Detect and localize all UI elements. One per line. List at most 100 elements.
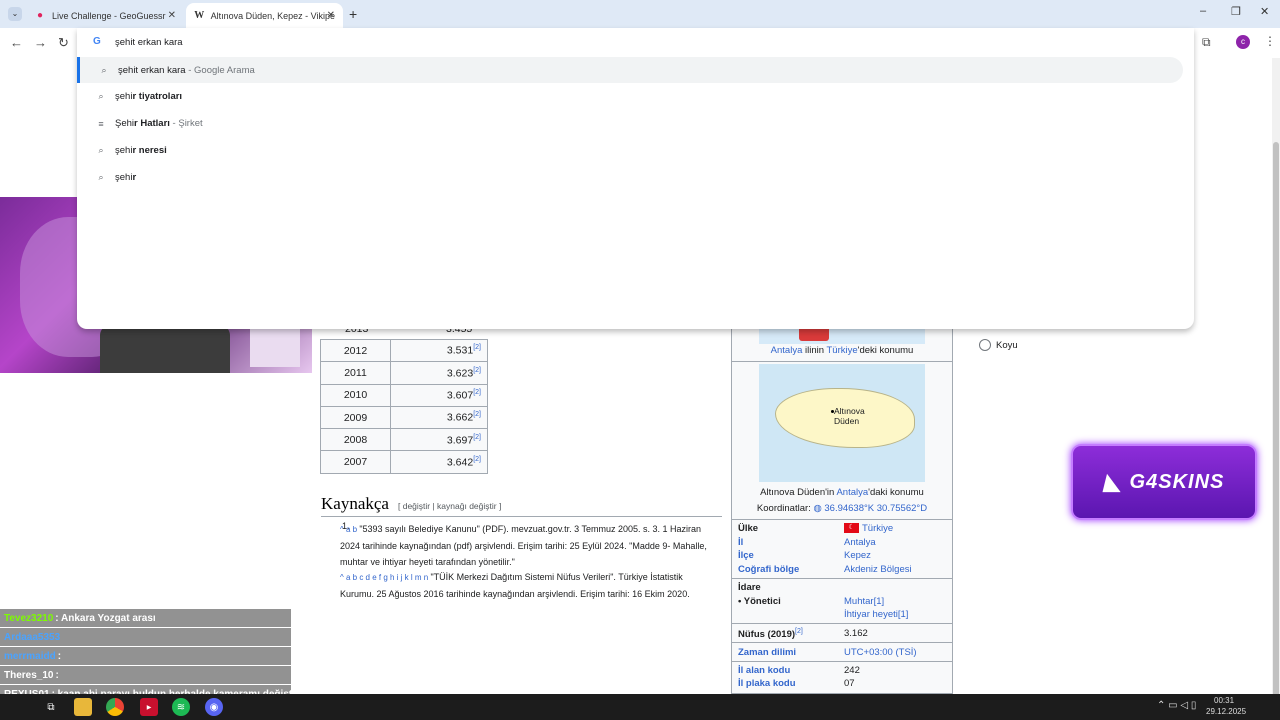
year-cell: 2010 bbox=[320, 383, 391, 407]
omnibox-suggestion[interactable]: ⌕ şehit erkan kara - Google Arama bbox=[77, 57, 1183, 83]
chat-overlay: Tevez3210: Ankara Yozgat arası Ardaaa5353… bbox=[0, 609, 291, 703]
theme-radio-dark[interactable] bbox=[979, 339, 991, 351]
ref-link[interactable]: [2] bbox=[473, 456, 481, 463]
infobox-divider bbox=[732, 661, 952, 662]
tab-search-icon[interactable]: ⌄ bbox=[8, 7, 22, 21]
chat-text: : bbox=[55, 669, 59, 681]
chat-user: merrmaidd bbox=[4, 650, 56, 662]
infobox-value-ilce[interactable]: Kepez bbox=[844, 550, 871, 561]
forward-arrow-icon[interactable]: → bbox=[34, 35, 47, 50]
sponsor-name: G4SKINS bbox=[1129, 470, 1225, 493]
infobox-value-alan: 242 bbox=[844, 665, 860, 676]
value-cell: 3.623[2] bbox=[390, 361, 488, 385]
infobox-value-bolge[interactable]: Akdeniz Bölgesi bbox=[844, 564, 912, 575]
year-cell: 2009 bbox=[320, 405, 391, 430]
infobox-divider bbox=[732, 578, 952, 579]
infobox-idare: İdare bbox=[738, 582, 761, 593]
reference-item: ^ a b "5393 sayılı Belediye Kanunu" (PDF… bbox=[340, 521, 710, 570]
omnibox-suggestion[interactable]: ⌕ şehir bbox=[77, 164, 1183, 190]
infobox-value-plaka: 07 bbox=[844, 678, 855, 689]
infobox-divider bbox=[732, 361, 952, 362]
infobox-divider bbox=[732, 519, 952, 520]
value-cell: 3.531[2] bbox=[390, 338, 488, 363]
spotify-icon[interactable]: ≋ bbox=[172, 698, 190, 716]
ref-link[interactable]: [2] bbox=[473, 389, 481, 396]
reference-marks[interactable]: ^ a b c d e f g h i j k l m n bbox=[340, 573, 430, 582]
infobox-label-nufus: Nüfus (2019)[2] bbox=[738, 628, 803, 641]
search-icon: ⌕ bbox=[98, 91, 104, 102]
infobox-value-zaman[interactable]: UTC+03:00 (TSİ) bbox=[844, 647, 917, 658]
chat-text: : bbox=[57, 650, 62, 662]
discord-icon[interactable]: ◉ bbox=[205, 698, 223, 716]
ref-link[interactable]: [2] bbox=[473, 344, 481, 351]
ref-link[interactable]: [2] bbox=[473, 434, 481, 441]
back-arrow-icon[interactable]: ← bbox=[10, 35, 23, 50]
year-cell: 2012 bbox=[320, 338, 391, 363]
ref-link[interactable]: [2] bbox=[473, 367, 481, 374]
value-cell: 3.607[2] bbox=[390, 383, 488, 407]
omnibox-suggestion[interactable]: ⌕ şehir neresi bbox=[77, 137, 1183, 163]
search-icon: ⌕ bbox=[98, 144, 104, 155]
value-cell: 3.697[2] bbox=[390, 428, 488, 452]
antalya-locator-map[interactable]: Altınova Düden bbox=[759, 364, 925, 482]
close-icon[interactable]: ✕ bbox=[327, 10, 335, 21]
omnibox-input-row[interactable]: G şehit erkan kara bbox=[77, 28, 1194, 56]
reference-item: ^ a b c d e f g h i j k l m n "TÜİK Merk… bbox=[340, 569, 710, 602]
infobox-value-ulke[interactable]: ☾ Türkiye bbox=[844, 523, 893, 534]
table-row: 2012 3.531[2] bbox=[320, 338, 488, 363]
tray-icons[interactable]: ⌃ ▭ ◁ ▯ bbox=[1157, 700, 1196, 711]
value-cell: 3.662[2] bbox=[390, 405, 488, 430]
new-tab-button[interactable]: + bbox=[349, 6, 357, 22]
table-row: 2009 3.662[2] bbox=[320, 405, 488, 430]
omnibox-suggestion[interactable]: ≡ Şehir Hatları - Şirket bbox=[77, 111, 1183, 137]
chat-user: Ardaaa5353 bbox=[4, 631, 61, 643]
omnibox-input[interactable]: şehit erkan kara bbox=[115, 37, 183, 48]
infobox-label-il[interactable]: İl bbox=[738, 537, 743, 548]
tab-title: Altınova Düden, Kepez - Vikipe bbox=[210, 10, 335, 21]
infobox-label-bolge[interactable]: Coğrafi bölge bbox=[738, 564, 799, 575]
scrollbar[interactable] bbox=[1272, 58, 1280, 702]
reload-icon[interactable]: ↻ bbox=[58, 35, 69, 51]
extensions-icon[interactable]: ⧉ bbox=[1202, 35, 1211, 50]
file-explorer-icon[interactable] bbox=[74, 698, 92, 716]
app-icon[interactable]: ▶ bbox=[140, 698, 158, 716]
theme-radio-label: Koyu bbox=[996, 340, 1018, 351]
references-edit-link[interactable]: [ değiştir | kaynağı değiştir ] bbox=[398, 501, 501, 511]
table-row: 2008 3.697[2] bbox=[320, 428, 488, 452]
ref-link[interactable]: [2] bbox=[473, 411, 481, 418]
suggestion-text: şehit erkan kara - Google Arama bbox=[118, 64, 255, 76]
close-window-button[interactable]: ✕ bbox=[1260, 5, 1269, 18]
references-heading: Kaynakça bbox=[321, 494, 389, 513]
infobox-value-il[interactable]: Antalya bbox=[844, 537, 876, 548]
population-table: 2012 3.531[2] 2011 3.623[2] 2010 3.607[2] 2009… bbox=[320, 338, 488, 474]
table-row: 2011 3.623[2] bbox=[320, 361, 488, 385]
heading-divider bbox=[321, 516, 722, 517]
infobox-divider bbox=[732, 623, 952, 624]
turkey-flag-icon: ☾ bbox=[844, 523, 859, 534]
chat-message: Ardaaa5353 bbox=[0, 628, 291, 646]
infobox-label-ilce[interactable]: İlçe bbox=[738, 550, 754, 561]
tab-wikipedia[interactable]: W Altınova Düden, Kepez - Vikipe ✕ bbox=[186, 3, 343, 28]
suggestion-text: şehir tiyatroları bbox=[115, 91, 183, 103]
menu-icon[interactable]: ⋮ bbox=[1264, 34, 1276, 48]
infobox-label-ulke: Ülke bbox=[738, 523, 759, 534]
infobox: Antalya ilinin Türkiye'deki konumu Altın… bbox=[731, 300, 953, 694]
infobox-label-plaka[interactable]: İl plaka kodu bbox=[738, 678, 796, 689]
infobox-value-ihtiyar[interactable]: İhtiyar heyeti[1] bbox=[844, 609, 908, 620]
infobox-value-muhtar[interactable]: Muhtar[1] bbox=[844, 596, 884, 607]
clock-time[interactable]: 00:31 bbox=[1214, 696, 1234, 705]
tab-geoguessr[interactable]: ● Live Challenge - GeoGuessr ✕ bbox=[26, 3, 184, 28]
company-icon: ≡ bbox=[98, 118, 104, 129]
infobox-label-zaman[interactable]: Zaman dilimi bbox=[738, 647, 796, 658]
infobox-label-alan[interactable]: İl alan kodu bbox=[738, 665, 790, 676]
minimize-button[interactable]: – bbox=[1200, 5, 1206, 17]
map2-caption: Altınova Düden'in Antalya'daki konumu bbox=[760, 487, 924, 498]
restore-button[interactable]: ❐ bbox=[1231, 5, 1241, 18]
close-icon[interactable]: ✕ bbox=[168, 10, 176, 21]
task-view-icon[interactable]: ⧉ bbox=[42, 698, 60, 716]
clock-date[interactable]: 29.12.2025 bbox=[1206, 707, 1246, 716]
location-pin-icon: ● bbox=[36, 10, 44, 21]
chrome-icon[interactable] bbox=[106, 698, 124, 716]
profile-avatar[interactable]: c bbox=[1236, 35, 1250, 49]
omnibox-suggestion[interactable]: ⌕ şehir tiyatroları bbox=[77, 84, 1183, 110]
